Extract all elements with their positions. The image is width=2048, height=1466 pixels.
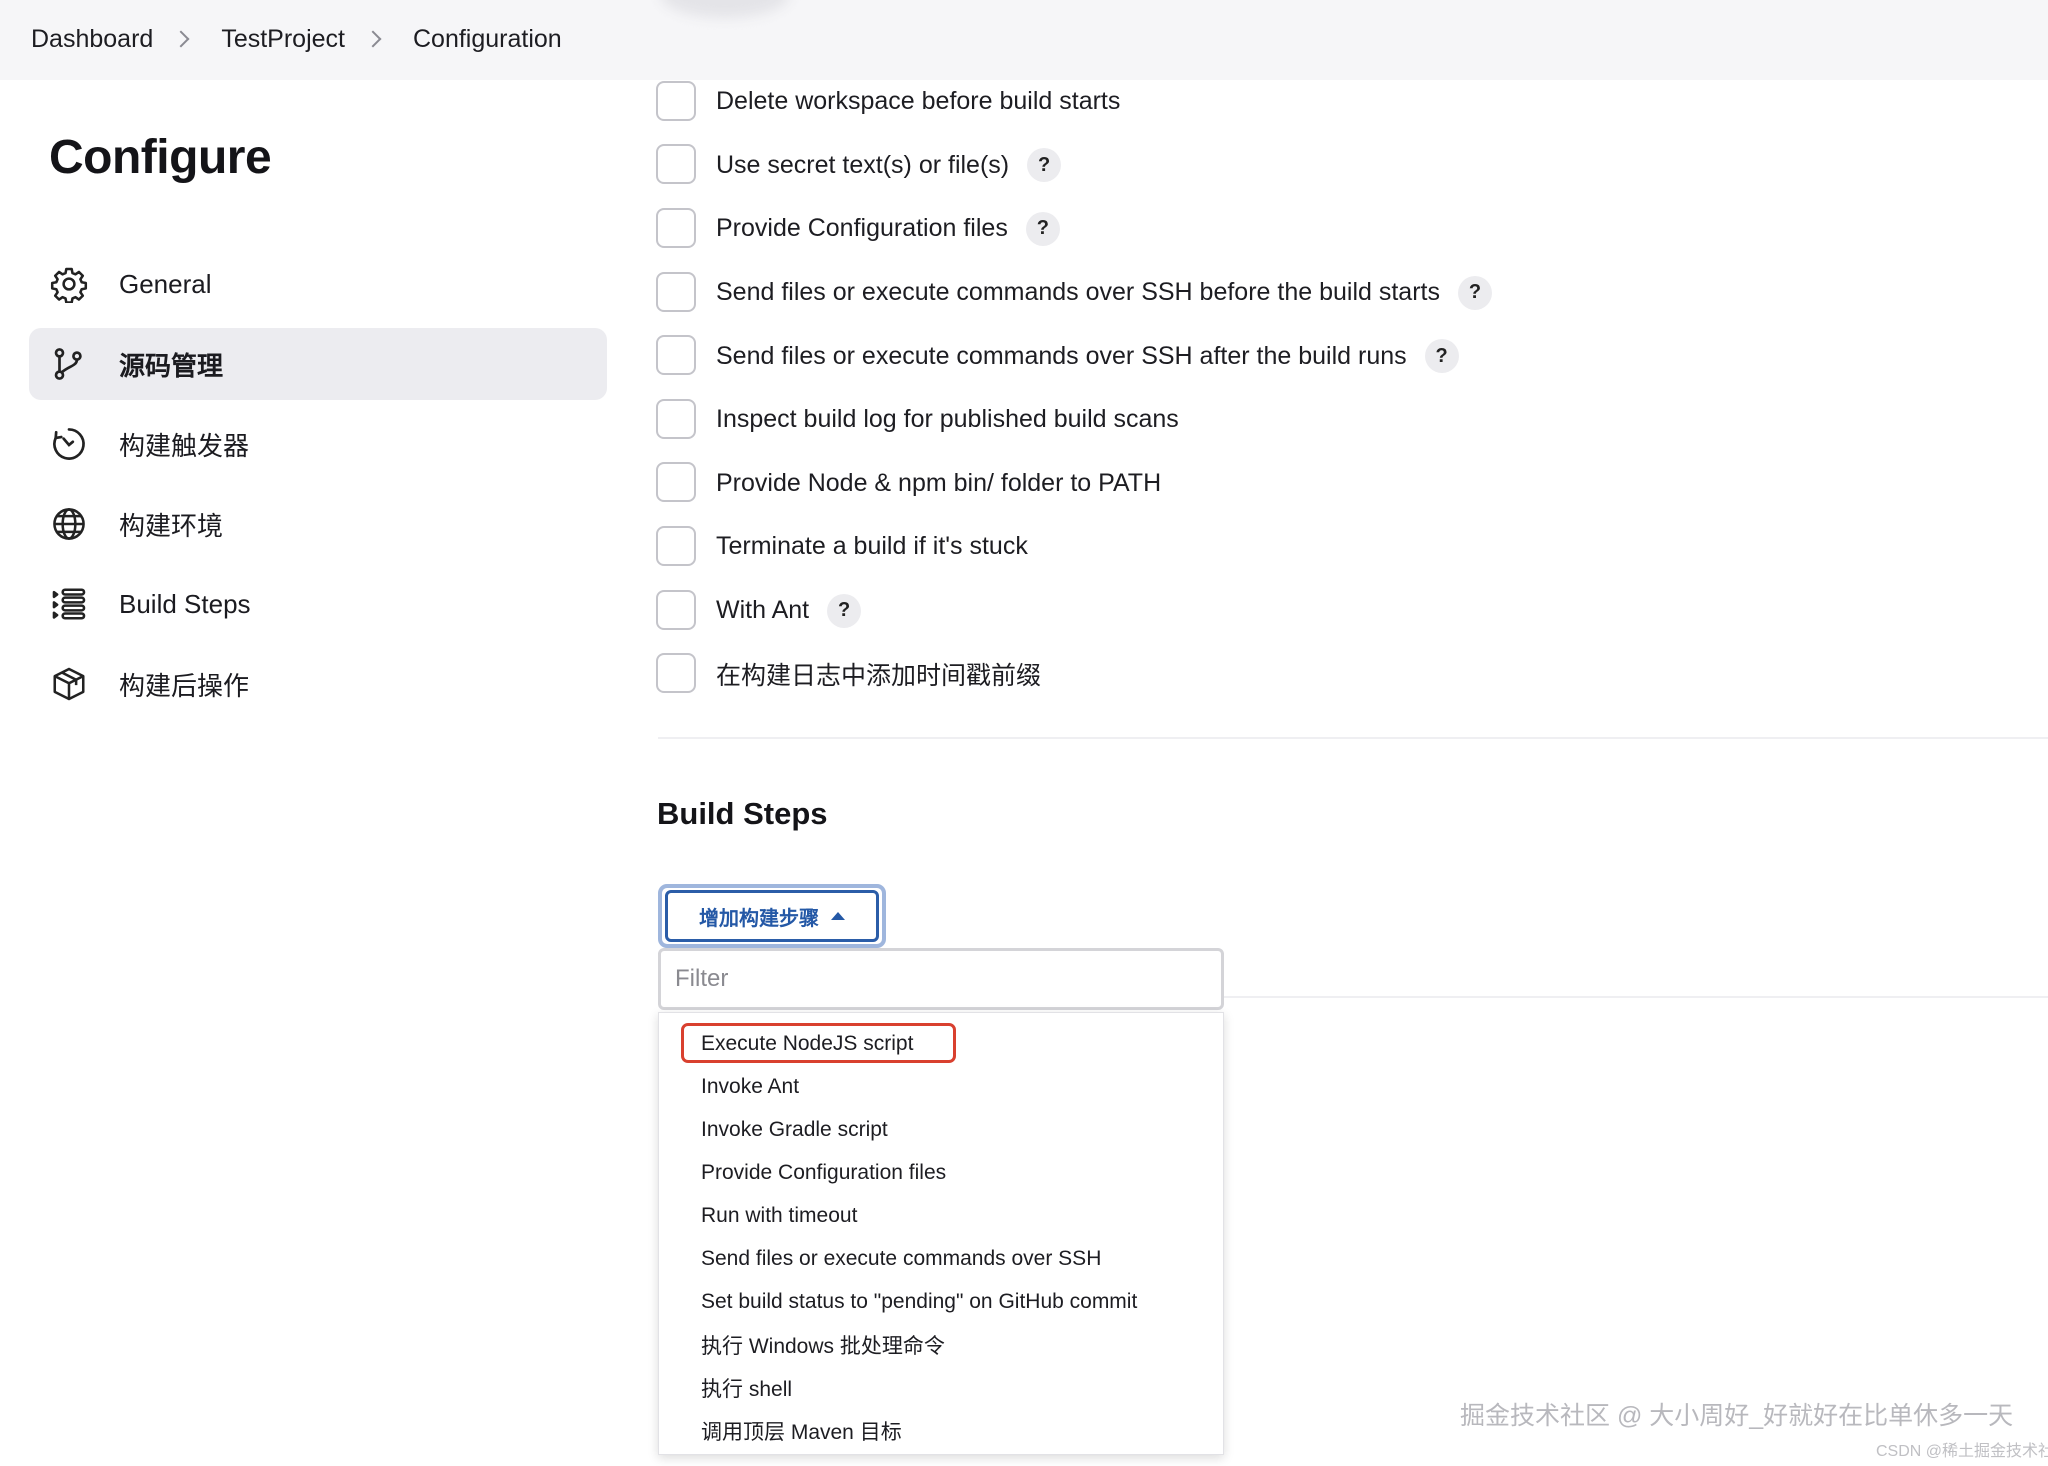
globe-icon [49, 504, 89, 544]
sidebar-item-label: Build Steps [119, 588, 251, 619]
sidebar-item-label: General [119, 268, 212, 299]
checkbox[interactable] [656, 398, 696, 439]
breadcrumb: Dashboard TestProject Configuration [31, 0, 562, 78]
option-inspect-build-log: Inspect build log for published build sc… [656, 388, 2048, 452]
build-step-menu: Execute NodeJS script Invoke Ant Invoke … [658, 1012, 1224, 1455]
option-label[interactable]: With Ant [716, 596, 809, 625]
sidebar-nav: General 源码管理 构建触发器 构建环境 Build Steps 构建后操… [29, 248, 607, 728]
menu-item-windows-batch[interactable]: 执行 Windows 批处理命令 [701, 1323, 945, 1366]
sidebar-item-general[interactable]: General [29, 248, 607, 320]
sidebar-item-label: 构建后操作 [119, 670, 250, 701]
option-use-secret: Use secret text(s) or file(s) ? [656, 134, 2048, 198]
sidebar-item-build-steps[interactable]: Build Steps [29, 568, 607, 640]
menu-item-provide-config-files[interactable]: Provide Configuration files [701, 1151, 946, 1194]
sidebar-item-source-control[interactable]: 源码管理 [29, 328, 607, 400]
sidebar-item-build-triggers[interactable]: 构建触发器 [29, 408, 607, 480]
option-provide-config-files: Provide Configuration files ? [656, 197, 2048, 261]
add-build-step-label: 增加构建步骤 [699, 907, 819, 930]
help-icon[interactable]: ? [1424, 339, 1459, 374]
checkbox[interactable] [656, 653, 696, 694]
breadcrumb-configuration[interactable]: Configuration [413, 25, 562, 54]
menu-item-run-with-timeout[interactable]: Run with timeout [701, 1194, 857, 1237]
sidebar-item-post-build[interactable]: 构建后操作 [29, 648, 607, 720]
build-environment-options: Delete workspace before build starts Use… [656, 70, 2048, 706]
menu-item-github-pending[interactable]: Set build status to "pending" on GitHub … [701, 1280, 1137, 1323]
checkbox[interactable] [656, 80, 696, 121]
menu-item-invoke-gradle[interactable]: Invoke Gradle script [701, 1108, 888, 1151]
watermark: 掘金技术社区 @ 大小周好_好就好在比单休多一天 [1460, 1402, 2014, 1430]
sidebar-item-label: 构建触发器 [119, 430, 250, 461]
option-label[interactable]: Provide Configuration files [716, 214, 1008, 243]
menu-item-maven[interactable]: 调用顶层 Maven 目标 [701, 1409, 902, 1452]
checkbox[interactable] [656, 525, 696, 566]
checkbox[interactable] [656, 462, 696, 503]
menu-item-invoke-ant[interactable]: Invoke Ant [701, 1065, 799, 1108]
option-node-npm-path: Provide Node & npm bin/ folder to PATH [656, 452, 2048, 516]
checkbox[interactable] [656, 144, 696, 185]
top-bar-shadow [660, 0, 790, 18]
option-label[interactable]: 在构建日志中添加时间戳前缀 [716, 656, 1041, 692]
checkbox[interactable] [656, 207, 696, 248]
option-ssh-after-build: Send files or execute commands over SSH … [656, 324, 2048, 388]
option-label[interactable]: Provide Node & npm bin/ folder to PATH [716, 469, 1161, 498]
gear-icon [49, 264, 89, 304]
help-icon[interactable]: ? [1027, 148, 1062, 183]
option-timestamp-prefix: 在构建日志中添加时间戳前缀 [656, 642, 2048, 706]
breadcrumb-dashboard[interactable]: Dashboard [31, 25, 153, 54]
checkbox[interactable] [656, 589, 696, 630]
option-label[interactable]: Delete workspace before build starts [716, 87, 1120, 116]
option-label[interactable]: Send files or execute commands over SSH … [716, 342, 1407, 371]
menu-item-execute-nodejs[interactable]: Execute NodeJS script [701, 1022, 913, 1065]
option-label[interactable]: Send files or execute commands over SSH … [716, 278, 1440, 307]
menu-item-ssh[interactable]: Send files or execute commands over SSH [701, 1237, 1101, 1280]
help-icon[interactable]: ? [1457, 275, 1492, 310]
cube-icon [49, 664, 89, 704]
option-label[interactable]: Terminate a build if it's stuck [716, 532, 1028, 561]
sidebar-item-build-environment[interactable]: 构建环境 [29, 488, 607, 560]
checkbox[interactable] [656, 335, 696, 376]
caret-up-icon [831, 912, 845, 920]
watermark-sub: CSDN @稀土掘金技术社区 [1876, 1443, 2048, 1460]
option-terminate-stuck: Terminate a build if it's stuck [656, 515, 2048, 579]
list-icon [49, 584, 89, 624]
section-title-build-steps: Build Steps [657, 796, 828, 831]
help-icon[interactable]: ? [1025, 211, 1060, 246]
chevron-right-icon [172, 30, 190, 48]
option-with-ant: With Ant ? [656, 579, 2048, 643]
section-divider [658, 737, 2048, 739]
filter-input[interactable] [658, 948, 1224, 1010]
sidebar-item-label: 源码管理 [119, 350, 224, 381]
top-bar: Dashboard TestProject Configuration [0, 0, 2048, 80]
breadcrumb-project[interactable]: TestProject [221, 25, 345, 54]
checkbox[interactable] [656, 271, 696, 312]
menu-item-shell[interactable]: 执行 shell [701, 1366, 792, 1409]
clock-icon [49, 424, 89, 464]
option-label[interactable]: Use secret text(s) or file(s) [716, 151, 1009, 180]
section-divider [1224, 996, 2048, 998]
option-ssh-before-build: Send files or execute commands over SSH … [656, 261, 2048, 325]
chevron-right-icon [364, 30, 382, 48]
option-label[interactable]: Inspect build log for published build sc… [716, 405, 1179, 434]
page-title: Configure [49, 131, 272, 184]
branch-icon [49, 344, 89, 384]
sidebar-item-label: 构建环境 [119, 510, 224, 541]
help-icon[interactable]: ? [827, 593, 862, 628]
option-delete-workspace: Delete workspace before build starts [656, 70, 2048, 134]
add-build-step-button[interactable]: 增加构建步骤 [665, 890, 879, 942]
